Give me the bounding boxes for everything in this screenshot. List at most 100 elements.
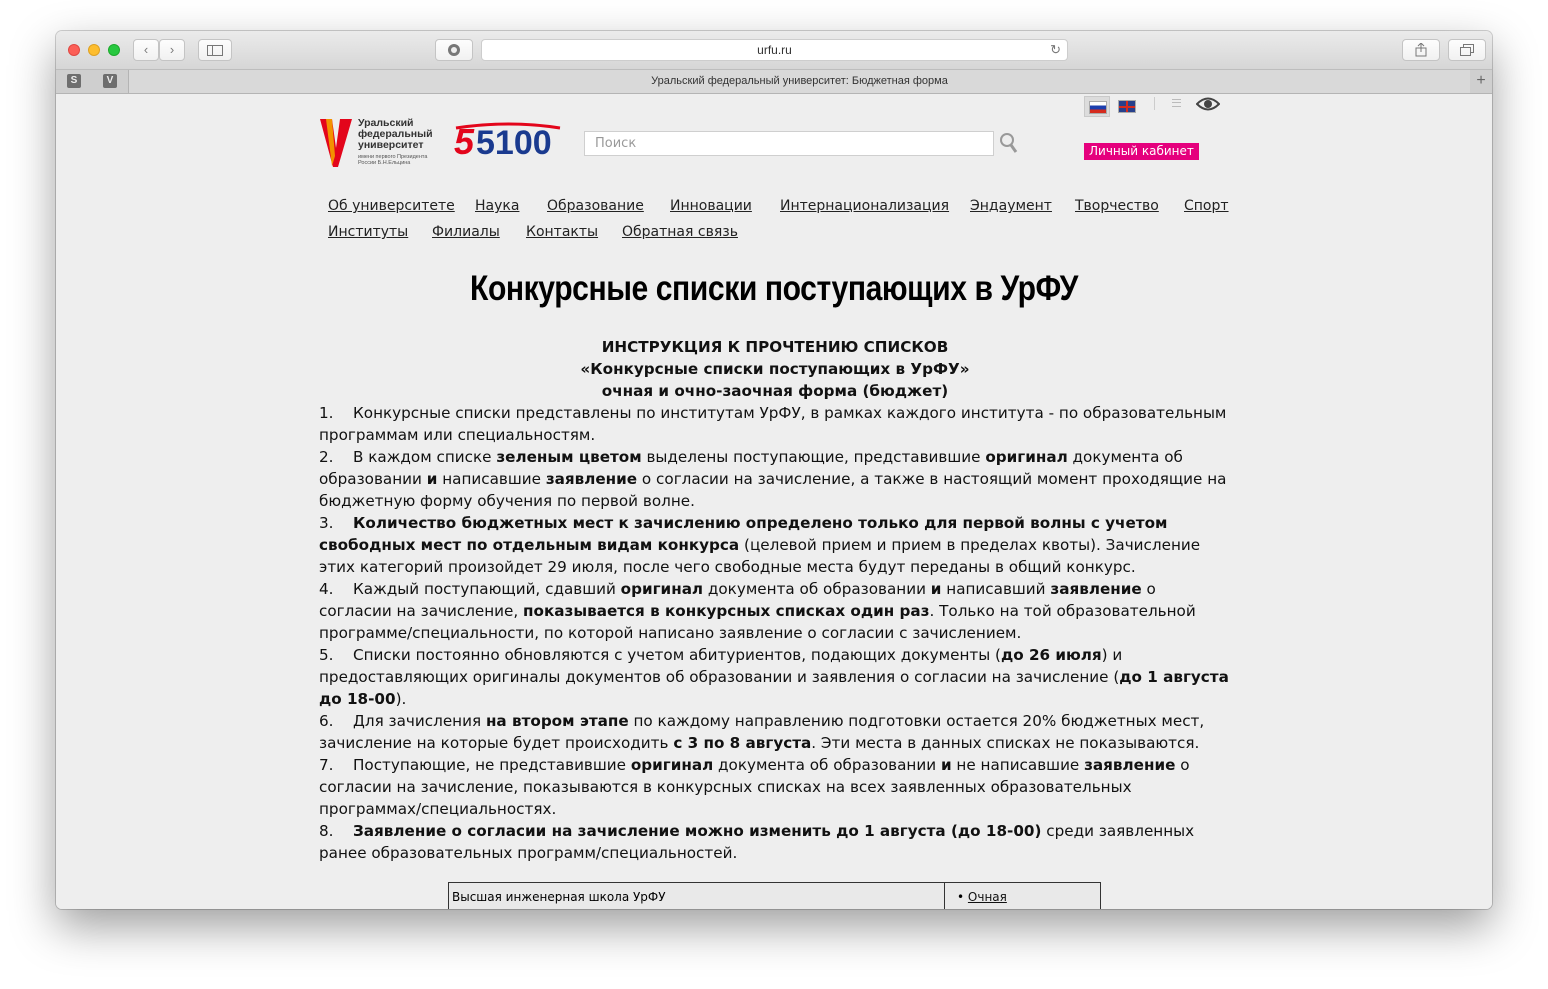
main-nav: Об университете Наука Образование Иннова…	[328, 198, 1248, 250]
instr-item-number: 6.	[319, 712, 334, 730]
instr-item-text: . Эти места в данных списках не показыва…	[811, 734, 1200, 752]
instr-item-text: Списки постоянно обновляются с учетом аб…	[353, 646, 1001, 664]
nav-institutes[interactable]: Институты	[328, 224, 408, 240]
favorite-v[interactable]: V	[103, 74, 117, 88]
new-tab-button[interactable]: +	[1470, 70, 1492, 93]
urfu-logo[interactable]: Уральский федеральный университет имени …	[318, 118, 433, 173]
instr-item: 1. Конкурсные списки представлены по инст…	[319, 402, 1231, 446]
nav-branches[interactable]: Филиалы	[432, 224, 500, 240]
instr-item-number: 5.	[319, 646, 334, 664]
instr-item-number: 8.	[319, 822, 334, 840]
instr-item: 2. В каждом списке зеленым цветом выделен…	[319, 446, 1231, 512]
nav-innovation[interactable]: Инновации	[670, 198, 752, 214]
instr-item-text: зеленым цветом	[496, 448, 642, 466]
instr-item: 6. Для зачисления на втором этапе по кажд…	[319, 710, 1231, 754]
eye-icon[interactable]	[1196, 96, 1220, 112]
zoom-window-button[interactable]	[108, 44, 120, 56]
instr-item-text: и	[930, 580, 942, 598]
privacy-button[interactable]	[435, 39, 473, 61]
search-icon[interactable]	[999, 132, 1019, 154]
browser-window: ‹ › urfu.ru ↻ S V Уральский федеральный …	[56, 31, 1492, 909]
instr-item-text: Каждый поступающий, сдавший	[353, 580, 621, 598]
nav-contacts[interactable]: Контакты	[526, 224, 598, 240]
instr-item-text: и	[426, 470, 438, 488]
tab-active[interactable]: Уральский федеральный университет: Бюдже…	[128, 70, 1470, 93]
sidebar-button[interactable]	[198, 39, 232, 61]
instr-item-number: 4.	[319, 580, 334, 598]
table-cell-forms: • Очная	[957, 890, 1007, 904]
instr-item-text: документа об образовании	[703, 580, 931, 598]
instr-item: 3. Количество бюджетных мест к зачислению…	[319, 512, 1231, 578]
instr-item-text: Для зачисления	[353, 712, 486, 730]
minimize-window-button[interactable]	[88, 44, 100, 56]
nav-creativity[interactable]: Творчество	[1075, 198, 1159, 214]
instr-item: 4. Каждый поступающий, сдавший оригинал д…	[319, 578, 1231, 644]
share-icon	[1415, 42, 1427, 57]
forward-button[interactable]: ›	[159, 39, 185, 61]
instr-item-text: написавший	[941, 580, 1051, 598]
instr-item-text: документа об образовании	[713, 756, 941, 774]
instr-item-number: 1.	[319, 404, 334, 422]
search-input[interactable]: Поиск	[584, 131, 994, 156]
sidebar-icon	[207, 45, 223, 56]
full-time-link[interactable]: Очная	[968, 890, 1007, 904]
instr-item: 8. Заявление о согласии на зачисление мож…	[319, 820, 1231, 864]
instr-item-text: В каждом списке	[353, 448, 497, 466]
logo-line: университет	[358, 139, 424, 151]
instructions: ИНСТРУКЦИЯ К ПРОЧТЕНИЮ СПИСКОВ «Конкурсн…	[319, 336, 1231, 864]
instr-subheading: «Конкурсные списки поступающих в УрФУ»	[580, 360, 970, 378]
tab-bar: S V Уральский федеральный университет: Б…	[56, 70, 1492, 94]
instr-item-text: выделены поступающие, представившие	[641, 448, 986, 466]
nav-endowment[interactable]: Эндаумент	[970, 198, 1052, 214]
russian-flag-icon	[1089, 101, 1107, 114]
favorite-s[interactable]: S	[67, 74, 81, 88]
instr-item-text: Заявление о согласии на зачисление можно…	[353, 822, 1042, 840]
instr-item-number: 3.	[319, 514, 334, 532]
tabs-overview-button[interactable]	[1448, 39, 1486, 61]
institute-table: Высшая инженерная школа УрФУ • Очная	[448, 882, 1101, 909]
instr-item-text: с 3 по 8 августа	[673, 734, 812, 752]
close-window-button[interactable]	[68, 44, 80, 56]
nav-feedback[interactable]: Обратная связь	[622, 224, 738, 240]
nav-education[interactable]: Образование	[547, 198, 644, 214]
search-placeholder: Поиск	[595, 136, 637, 151]
instr-item-text: оригинал	[630, 756, 714, 774]
table-cell-school: Высшая инженерная школа УрФУ	[449, 883, 945, 909]
instr-item-number: 2.	[319, 448, 334, 466]
page-content: Уральский федеральный университет имени …	[56, 94, 1492, 909]
instr-item-text: ).	[395, 690, 407, 708]
back-button[interactable]: ‹	[133, 39, 159, 61]
instr-item: 5. Списки постоянно обновляются с учетом …	[319, 644, 1231, 710]
share-button[interactable]	[1402, 39, 1440, 61]
instr-item-text: до 26 июля	[1000, 646, 1102, 664]
instr-item-text: не написавшие	[951, 756, 1085, 774]
instr-item-text: заявление	[1084, 756, 1176, 774]
urfu-logo-icon	[320, 119, 352, 167]
reload-icon[interactable]: ↻	[1050, 40, 1061, 60]
badge-5100-logo[interactable]: 5 5100	[454, 122, 562, 162]
page-title: Конкурсные списки поступающих в УрФУ	[470, 269, 1078, 308]
instr-item-text: написавшие	[437, 470, 546, 488]
instr-item-text: и	[940, 756, 952, 774]
nav-about[interactable]: Об университете	[328, 198, 455, 214]
lang-ru-selected[interactable]	[1084, 96, 1110, 117]
logo-subline: России Б.Н.Ельцина	[358, 160, 411, 166]
instr-item-text: заявление	[1050, 580, 1142, 598]
english-flag-icon[interactable]	[1118, 100, 1136, 113]
nav-sport[interactable]: Спорт	[1184, 198, 1229, 214]
instr-list: 1. Конкурсные списки представлены по инст…	[319, 402, 1231, 864]
instr-item: 7. Поступающие, не представившие оригинал…	[319, 754, 1231, 820]
menu-lines-icon[interactable]	[1172, 99, 1181, 107]
instr-item-text: Поступающие, не представившие	[353, 756, 631, 774]
instr-item-text: заявление	[545, 470, 638, 488]
instr-item-text: на втором этапе	[485, 712, 629, 730]
url-text: urfu.ru	[757, 43, 792, 57]
chevron-right-icon: ›	[169, 42, 175, 57]
tabs-icon	[1460, 44, 1474, 56]
instr-item-number: 7.	[319, 756, 334, 774]
address-bar[interactable]: urfu.ru ↻	[481, 39, 1068, 61]
nav-internationalization[interactable]: Интернационализация	[780, 198, 949, 214]
nav-science[interactable]: Наука	[475, 198, 519, 214]
personal-account-button[interactable]: Личный кабинет	[1084, 143, 1199, 160]
badge-5100-text: 5100	[476, 124, 552, 162]
